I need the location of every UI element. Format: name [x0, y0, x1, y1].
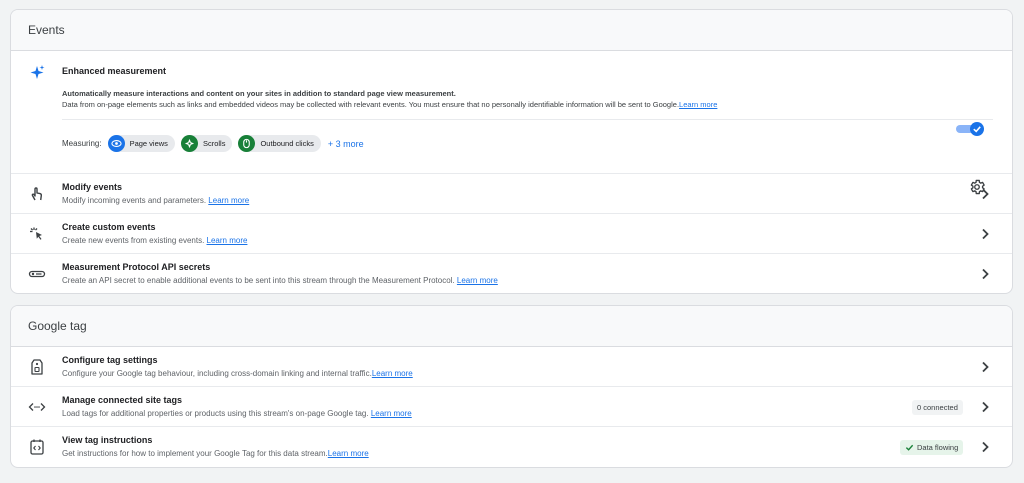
compass-icon	[180, 135, 198, 152]
code-doc-icon	[30, 439, 44, 455]
google-tag-card: Google tag Configure tag settings Config…	[10, 305, 1013, 468]
learn-more-link[interactable]: Learn more	[679, 100, 717, 109]
learn-more-link[interactable]: Learn more	[372, 369, 413, 378]
learn-more-link[interactable]: Learn more	[207, 236, 248, 245]
measuring-chips: Measuring: Page views Scrolls Outbound c…	[62, 135, 364, 152]
row-desc: Create new events from existing events. …	[62, 236, 247, 245]
row-desc: Create an API secret to enable additiona…	[62, 276, 498, 285]
check-icon	[905, 444, 914, 451]
badge-text: 0 connected	[917, 403, 958, 412]
row-desc-text: Create new events from existing events.	[62, 236, 207, 245]
chip-page-views: Page views	[107, 135, 175, 152]
chip-label: Outbound clicks	[260, 139, 314, 148]
row-desc-text: Create an API secret to enable additiona…	[62, 276, 457, 285]
row-modify-events[interactable]: Modify events Modify incoming events and…	[11, 174, 1012, 214]
connected-count-badge: 0 connected	[912, 400, 963, 415]
enhanced-measurement-desc: Automatically measure interactions and c…	[62, 89, 456, 98]
chevron-right-icon[interactable]	[977, 439, 993, 455]
row-title: Manage connected site tags	[62, 395, 183, 405]
learn-more-link[interactable]: Learn more	[457, 276, 498, 285]
key-icon	[28, 270, 46, 278]
sparkle-click-icon	[30, 227, 42, 240]
learn-more-link[interactable]: Learn more	[371, 409, 412, 418]
row-title: Measurement Protocol API secrets	[62, 262, 211, 272]
chip-outbound-clicks: Outbound clicks	[238, 135, 321, 152]
row-manage-connected-site-tags[interactable]: Manage connected site tags Load tags for…	[11, 387, 1012, 427]
enhanced-measurement-toggle[interactable]	[956, 122, 984, 136]
row-desc-text: Configure your Google tag behaviour, inc…	[62, 369, 372, 378]
events-card: Events Enhanced measurement Automaticall…	[10, 9, 1013, 294]
mouse-icon	[238, 135, 256, 152]
measuring-label: Measuring:	[62, 139, 102, 148]
badge-text: Data flowing	[917, 443, 959, 452]
chip-label: Page views	[129, 139, 168, 148]
chip-scrolls: Scrolls	[180, 135, 233, 152]
divider	[62, 119, 993, 120]
row-create-custom-events[interactable]: Create custom events Create new events f…	[11, 214, 1012, 254]
more-measurements-link[interactable]: + 3 more	[328, 139, 364, 149]
row-title: Configure tag settings	[62, 355, 158, 365]
row-title: Create custom events	[62, 222, 156, 232]
enhanced-measurement-note-text: Data from on-page elements such as links…	[62, 100, 680, 109]
google-tag-title: Google tag	[28, 319, 87, 333]
sparkle-icon	[30, 65, 45, 79]
events-title: Events	[28, 23, 65, 37]
events-header: Events	[11, 10, 1012, 51]
row-title: View tag instructions	[62, 435, 153, 445]
row-title: Modify events	[62, 182, 123, 192]
row-desc: Load tags for additional properties or p…	[62, 409, 412, 418]
row-desc: Modify incoming events and parameters. L…	[62, 196, 249, 205]
chevron-right-icon[interactable]	[977, 266, 993, 282]
row-desc-text: Modify incoming events and parameters.	[62, 196, 209, 205]
row-view-tag-instructions[interactable]: View tag instructions Get instructions f…	[11, 427, 1012, 467]
chevron-right-icon[interactable]	[977, 399, 993, 415]
enhanced-measurement-section: Enhanced measurement Automatically measu…	[11, 51, 1012, 195]
tag-icon	[31, 359, 43, 375]
row-desc-text: Get instructions for how to implement yo…	[62, 449, 328, 458]
google-tag-header: Google tag	[11, 306, 1012, 347]
row-desc: Get instructions for how to implement yo…	[62, 449, 369, 458]
row-desc-text: Load tags for additional properties or p…	[62, 409, 371, 418]
enhanced-measurement-title: Enhanced measurement	[62, 66, 167, 76]
chevron-right-icon[interactable]	[977, 359, 993, 375]
chip-label: Scrolls	[202, 139, 226, 148]
touch-icon	[31, 187, 43, 201]
data-flowing-badge: Data flowing	[900, 440, 964, 455]
row-measurement-protocol[interactable]: Measurement Protocol API secrets Create …	[11, 254, 1012, 293]
chevron-right-icon[interactable]	[977, 186, 993, 202]
learn-more-link[interactable]: Learn more	[208, 196, 249, 205]
code-icon	[28, 403, 46, 411]
learn-more-link[interactable]: Learn more	[328, 449, 369, 458]
chevron-right-icon[interactable]	[977, 226, 993, 242]
eye-icon	[107, 135, 125, 152]
row-desc: Configure your Google tag behaviour, inc…	[62, 369, 413, 378]
row-configure-tag-settings[interactable]: Configure tag settings Configure your Go…	[11, 347, 1012, 387]
enhanced-measurement-note: Data from on-page elements such as links…	[62, 100, 717, 109]
